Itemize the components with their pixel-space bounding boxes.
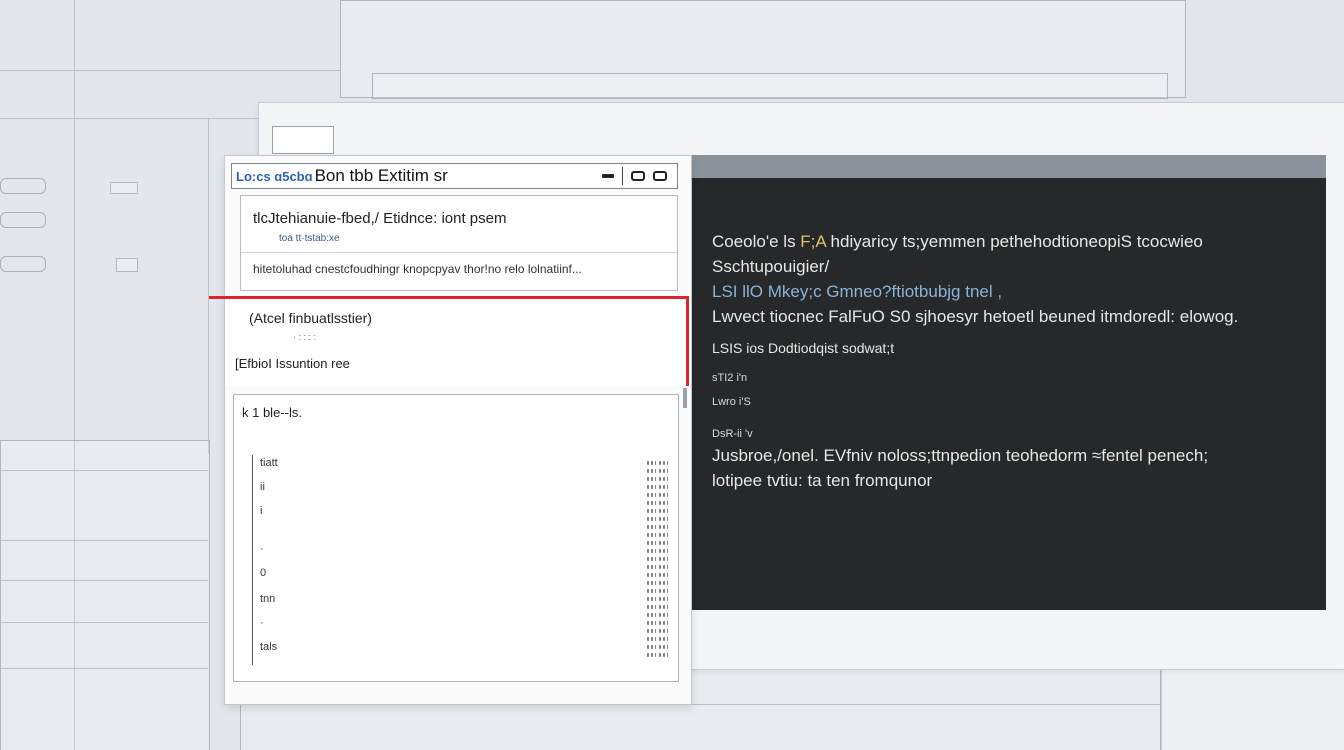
terminal-line: sTI2 i'n xyxy=(712,372,748,384)
highlighted-section: (Atcel finbuatlsstier) · : : : : [EfbioI… xyxy=(225,302,691,386)
option-description[interactable]: hitetoluhad cnestcfoudhingr knopcpyav th… xyxy=(253,262,582,276)
close-icon[interactable] xyxy=(653,171,667,181)
dialog-title-prefix: Lo:cs ɑ5cbɑ xyxy=(236,168,313,184)
scrollbar-thumb[interactable] xyxy=(683,388,687,408)
bg-line xyxy=(0,540,208,541)
bg-line xyxy=(0,668,208,669)
editor-dialog: Lo:cs ɑ5cbɑ Bon tbb Extitim sr tlcJtehia… xyxy=(224,155,692,705)
bg-pill xyxy=(0,212,46,228)
section-label[interactable]: (Atcel finbuatlsstier) xyxy=(249,310,372,326)
list-item[interactable]: tiatt xyxy=(260,457,278,469)
option-sub-label: toa tt·tstab:xe xyxy=(279,233,340,244)
section-sub-label: · : : : : xyxy=(293,332,317,342)
section-field[interactable]: [EfbioI Issuntion ree xyxy=(235,356,350,371)
minimize-icon[interactable] xyxy=(602,174,614,178)
bg-bottom-left-panel xyxy=(0,440,210,750)
terminal-line: Jusbroe,/onel. EVfniv noloss;ttnpedion t… xyxy=(712,446,1209,465)
bg-bar xyxy=(110,182,138,194)
terminal-line: Coeolo'e ls F;A hdiyaricy ts;yemmen peth… xyxy=(712,232,1203,252)
bg-line xyxy=(0,70,340,71)
terminal-line: LSIS ios Dodtiodqist sodwat;t xyxy=(712,340,895,356)
dialog-titlebar[interactable]: Lo:cs ɑ5cbɑ Bon tbb Extitim sr xyxy=(231,163,678,189)
bg-top-strip xyxy=(372,73,1168,99)
terminal-text: hdiyaricy ts;yemmen pethehodtioneopiS tc… xyxy=(825,232,1203,251)
bg-pill xyxy=(0,178,46,194)
file-list-panel[interactable]: k 1 ble--ls. tiatt ii i · 0 tnn · tals xyxy=(233,394,679,682)
terminal-output[interactable]: Coeolo'e ls F;A hdiyaricy ts;yemmen peth… xyxy=(690,178,1326,610)
bg-pill xyxy=(0,256,46,272)
list-item[interactable]: tnn xyxy=(260,593,275,605)
back-window-tab[interactable] xyxy=(272,126,334,154)
bg-line xyxy=(0,622,208,623)
terminal-line: LSI llO Mkey;c Gmneo?ftiotbubjg tnel , xyxy=(712,282,1003,301)
list-item[interactable]: ii xyxy=(260,481,265,493)
terminal-line: Lwro i'S xyxy=(712,396,751,408)
list-item[interactable]: · xyxy=(260,617,264,629)
dialog-title: Bon tbb Extitim sr xyxy=(314,166,448,185)
list-rule xyxy=(252,455,253,665)
terminal-text: Coeolo'e ls xyxy=(712,232,801,251)
list-item[interactable]: 0 xyxy=(260,567,266,579)
terminal-line: Sschtupouigier/ xyxy=(712,257,830,276)
terminal-line: lotipee tvtiu: ta ten fromqunor xyxy=(712,471,933,490)
restore-icon[interactable] xyxy=(631,171,645,181)
terminal-line: DsR-ii 'v xyxy=(712,428,753,440)
list-item[interactable]: · xyxy=(260,543,264,555)
list-header: k 1 ble--ls. xyxy=(242,405,302,420)
options-group: tlcJtehianuie-fbed,/ Etidnce: iont psem … xyxy=(240,195,678,291)
terminal-accent-text: F;A xyxy=(800,232,826,251)
bg-bottom-right-panel xyxy=(1160,660,1344,750)
titlebar-separator xyxy=(622,167,623,185)
list-dots xyxy=(646,459,656,659)
option-label[interactable]: tlcJtehianuie-fbed,/ Etidnce: iont psem xyxy=(253,210,506,227)
bg-bar xyxy=(116,258,138,272)
divider xyxy=(241,252,677,253)
titlebar-controls xyxy=(602,167,667,185)
terminal-line: Lwvect tiocnec FalFuO S0 sjhoesyr hetoet… xyxy=(712,307,1239,326)
list-dots xyxy=(658,459,668,659)
list-item[interactable]: tals xyxy=(260,641,277,653)
bg-line xyxy=(208,118,209,454)
list-item[interactable]: i xyxy=(260,505,262,517)
bg-line xyxy=(0,580,208,581)
bg-line xyxy=(0,118,258,119)
bg-line xyxy=(0,470,208,471)
